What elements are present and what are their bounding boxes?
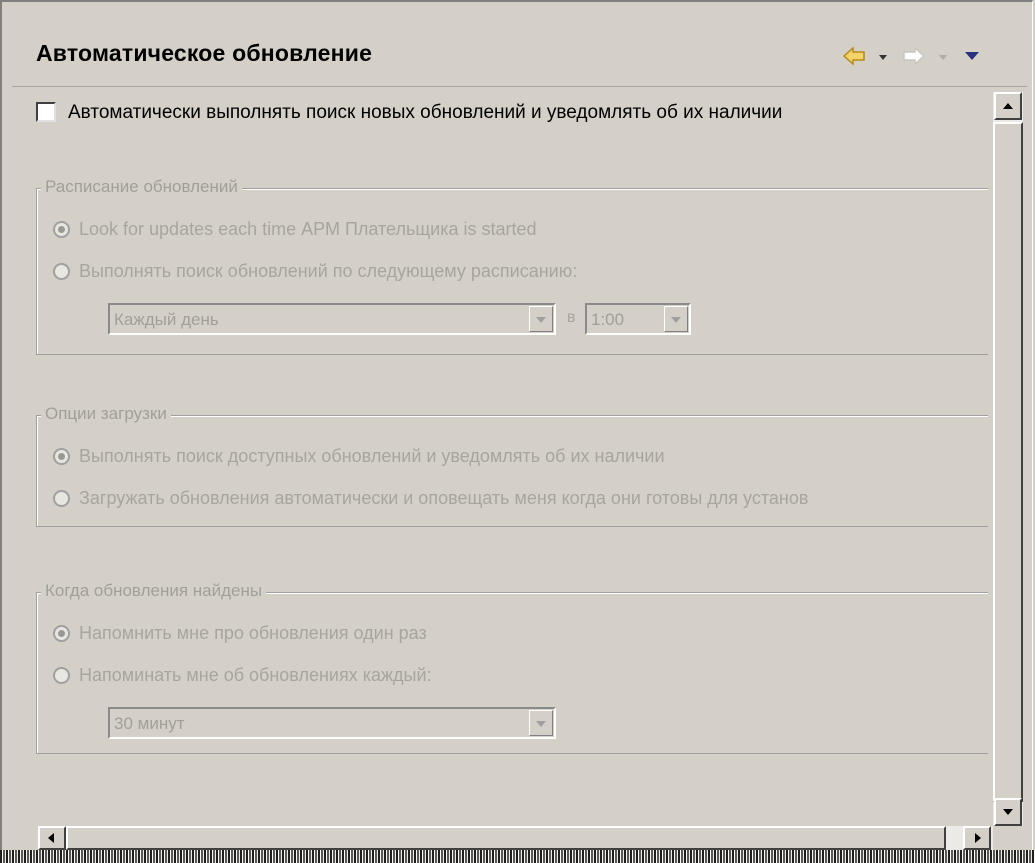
forward-arrow-icon bbox=[902, 45, 926, 71]
download-group: Опции загрузки Выполнять поиск доступных… bbox=[36, 404, 988, 527]
radio-startup[interactable] bbox=[53, 221, 70, 238]
vertical-scrollbar[interactable] bbox=[993, 92, 1023, 826]
radio-once-label: Напомнить мне про обновления один раз bbox=[79, 623, 427, 643]
radio-every[interactable] bbox=[53, 667, 70, 684]
horizontal-scrollbar[interactable] bbox=[38, 826, 993, 850]
scroll-right-button[interactable] bbox=[963, 826, 991, 850]
radio-download-label: Загружать обновления автоматически и опо… bbox=[79, 488, 809, 508]
interval-select[interactable]: 30 минут bbox=[108, 707, 556, 739]
schedule-time-select[interactable]: 1:00 bbox=[585, 303, 691, 335]
scroll-down-button[interactable] bbox=[994, 798, 1022, 826]
view-menu-button[interactable] bbox=[964, 46, 980, 70]
auto-check-checkbox[interactable] bbox=[36, 102, 56, 122]
forward-button[interactable] bbox=[902, 45, 926, 71]
radio-schedule[interactable] bbox=[53, 263, 70, 280]
schedule-day-value: Каждый день bbox=[114, 310, 219, 329]
radio-once[interactable] bbox=[53, 625, 70, 642]
chevron-down-icon[interactable] bbox=[529, 710, 553, 736]
page-header: Автоматическое обновление bbox=[12, 8, 1027, 87]
chevron-down-icon[interactable] bbox=[529, 306, 553, 332]
radio-schedule-row[interactable]: Выполнять поиск обновлений по следующему… bbox=[53, 261, 577, 282]
arrow-down-icon bbox=[1003, 809, 1013, 815]
radio-schedule-label: Выполнять поиск обновлений по следующему… bbox=[79, 261, 578, 281]
radio-notify-label: Выполнять поиск доступных обновлений и у… bbox=[79, 446, 665, 466]
scroll-up-button[interactable] bbox=[994, 92, 1022, 120]
radio-startup-label: Look for updates each time АРМ Плательщи… bbox=[79, 219, 537, 239]
schedule-group: Расписание обновлений Look for updates e… bbox=[36, 177, 988, 355]
auto-check-label: Автоматически выполнять поиск новых обно… bbox=[68, 102, 783, 123]
back-button[interactable] bbox=[842, 45, 866, 71]
radio-once-row[interactable]: Напомнить мне про обновления один раз bbox=[53, 623, 427, 644]
scroll-left-button[interactable] bbox=[38, 826, 66, 850]
back-history-dropdown[interactable] bbox=[878, 46, 888, 70]
page-content: Автоматически выполнять поиск новых обно… bbox=[12, 88, 988, 826]
found-group-title: Когда обновления найдены bbox=[41, 581, 267, 601]
menu-triangle-icon bbox=[964, 49, 980, 67]
horizontal-scroll-thumb[interactable] bbox=[66, 826, 946, 850]
schedule-time-value: 1:00 bbox=[591, 310, 625, 329]
arrow-right-icon bbox=[975, 833, 981, 843]
arrow-up-icon bbox=[1003, 103, 1013, 109]
chevron-down-icon bbox=[938, 49, 948, 67]
page-title: Автоматическое обновление bbox=[36, 40, 373, 66]
radio-every-row[interactable]: Напоминать мне об обновлениях каждый: bbox=[53, 665, 432, 686]
radio-startup-row[interactable]: Look for updates each time АРМ Плательщи… bbox=[53, 219, 537, 240]
radio-download[interactable] bbox=[53, 490, 70, 507]
schedule-group-title: Расписание обновлений bbox=[41, 177, 242, 197]
arrow-left-icon bbox=[48, 833, 54, 843]
forward-history-dropdown[interactable] bbox=[938, 46, 948, 70]
interval-value: 30 минут bbox=[114, 714, 185, 733]
download-group-title: Опции загрузки bbox=[41, 404, 171, 424]
back-arrow-icon bbox=[842, 45, 866, 71]
radio-download-row[interactable]: Загружать обновления автоматически и опо… bbox=[53, 488, 808, 509]
radio-notify-row[interactable]: Выполнять поиск доступных обновлений и у… bbox=[53, 446, 665, 467]
found-group: Когда обновления найдены Напомнить мне п… bbox=[36, 581, 988, 754]
schedule-day-select[interactable]: Каждый день bbox=[108, 303, 556, 335]
chevron-down-icon bbox=[878, 49, 888, 67]
chevron-down-icon[interactable] bbox=[664, 306, 688, 332]
vertical-scroll-thumb[interactable] bbox=[993, 122, 1023, 802]
at-label: в bbox=[567, 309, 576, 326]
radio-every-label: Напоминать мне об обновлениях каждый: bbox=[79, 665, 432, 685]
radio-notify[interactable] bbox=[53, 448, 70, 465]
status-strip bbox=[0, 850, 1035, 863]
